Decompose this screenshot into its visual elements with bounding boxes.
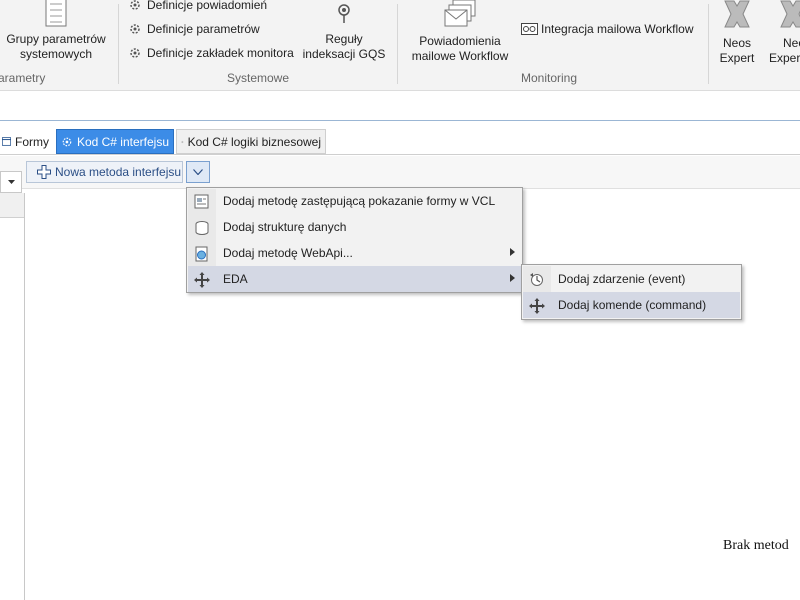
command-icon [528, 297, 546, 315]
struct-icon [193, 219, 211, 237]
tab-formy-label: Formy [15, 134, 49, 149]
definicje-powiadomien-button[interactable]: Definicje powiadomień [128, 0, 267, 13]
pin-icon [338, 4, 350, 23]
plus-icon [37, 165, 51, 179]
reguly-indeksacji-button[interactable]: Reguły indeksacji GQS [300, 4, 388, 62]
neos-expert-button[interactable]: Neos Expert [714, 0, 760, 66]
integracja-mailowa-button[interactable]: Integracja mailowa Workflow [521, 21, 694, 37]
neo-expert-button[interactable]: Neo Expert [768, 0, 800, 66]
tab-strip-border [0, 154, 800, 155]
definicje-parametrow-label: Definicje parametrów [147, 22, 260, 36]
left-panel-header [0, 193, 24, 218]
mail-notifications-icon [444, 0, 476, 27]
ribbon-separator [397, 4, 398, 84]
ribbon-divider [0, 120, 800, 121]
webapi-icon [193, 245, 211, 263]
tab-formy[interactable]: Formy [0, 129, 54, 154]
chevron-down-icon [7, 180, 15, 184]
gear-icon [130, 48, 140, 58]
eda-submenu: Dodaj zdarzenie (event) Dodaj komende (c… [521, 264, 742, 320]
tab-strip: Formy Kod C# interfejsu Kod C# logiki bi… [0, 129, 800, 155]
mail-settings-icon [521, 23, 538, 35]
group-label-parametry: arametry [0, 71, 46, 85]
grupy-parametrow-button[interactable]: Grupy parametrów systemowych [2, 0, 110, 62]
new-interface-method-label: Nowa metoda interfejsu [55, 165, 182, 179]
left-combo-dropdown[interactable] [0, 171, 22, 193]
gear-icon [130, 24, 140, 34]
submenu-arrow-icon [510, 248, 515, 256]
menu-item-data-structure[interactable]: Dodaj strukturę danych [188, 214, 521, 240]
definicje-powiadomien-label: Definicje powiadomień [147, 0, 268, 12]
menu-item-eda[interactable]: EDA [188, 266, 521, 292]
powiadomienia-label-1: Powiadomienia [419, 34, 501, 48]
neos-expert-icon [780, 0, 800, 28]
submenu-item-command-label: Dodaj komende (command) [558, 298, 707, 312]
reguly-label-2: indeksacji GQS [302, 47, 386, 61]
neos-expert-icon [724, 0, 750, 28]
submenu-item-event[interactable]: Dodaj zdarzenie (event) [523, 266, 740, 292]
menu-item-webapi[interactable]: Dodaj metodę WebApi... [188, 240, 521, 266]
group-label-monitoring: Monitoring [521, 71, 578, 85]
empty-methods-text: Brak metod [723, 538, 789, 553]
grupy-parametrow-label-2: systemowych [19, 47, 93, 61]
tab-kod-logiki-label: Kod C# logiki biznesowej [187, 134, 321, 149]
powiadomienia-label-2: mailowe Workflow [411, 49, 509, 63]
group-label-systemowe: Systemowe [227, 71, 290, 85]
menu-item-vcl-method[interactable]: Dodaj metodę zastępującą pokazanie formy… [188, 188, 521, 214]
gear-icon [62, 137, 72, 146]
left-panel [0, 193, 25, 600]
new-interface-method-button[interactable]: Nowa metoda interfejsu [26, 161, 183, 183]
neo-expert-label-1: Neo [783, 36, 800, 50]
eda-icon [193, 271, 211, 289]
parameters-list-icon [45, 0, 67, 27]
method-dropdown-menu: Dodaj metodę zastępującą pokazanie formy… [186, 187, 523, 293]
submenu-item-command[interactable]: Dodaj komende (command) [523, 292, 740, 318]
chevron-down-icon [193, 169, 203, 175]
event-icon [528, 271, 546, 289]
menu-item-data-structure-label: Dodaj strukturę danych [223, 220, 347, 234]
neos-expert-label-2: Expert [719, 51, 755, 65]
tab-kod-logiki[interactable]: Kod C# logiki biznesowej [176, 129, 326, 154]
grupy-parametrow-label-1: Grupy parametrów [6, 32, 106, 46]
tab-kod-interfejsu[interactable]: Kod C# interfejsu [56, 129, 174, 154]
ribbon: Grupy parametrów systemowych arametry De… [0, 0, 800, 91]
neo-expert-label-2: Expert [769, 51, 800, 65]
menu-item-webapi-label: Dodaj metodę WebApi... [223, 246, 353, 260]
submenu-arrow-icon [510, 274, 515, 282]
powiadomienia-mailowe-button[interactable]: Powiadomienia mailowe Workflow [405, 0, 515, 64]
reguly-label-1: Reguły [325, 32, 363, 46]
menu-item-vcl-method-label: Dodaj metodę zastępującą pokazanie formy… [223, 194, 496, 208]
new-method-dropdown-button[interactable] [186, 161, 210, 183]
window-icon [2, 137, 11, 146]
gear-icon [130, 0, 140, 10]
gear-icon [181, 140, 184, 143]
definicje-parametrow-button[interactable]: Definicje parametrów [128, 21, 260, 37]
definicje-zakladek-label: Definicje zakładek monitora [147, 46, 294, 60]
form-code-icon [193, 193, 211, 211]
neos-expert-label-1: Neos [722, 36, 751, 50]
tab-kod-interfejsu-label: Kod C# interfejsu [76, 134, 169, 149]
integracja-mailowa-label: Integracja mailowa Workflow [541, 22, 694, 36]
submenu-item-event-label: Dodaj zdarzenie (event) [558, 272, 686, 286]
ribbon-separator [118, 4, 119, 84]
ribbon-separator [708, 4, 709, 84]
definicje-zakladek-button[interactable]: Definicje zakładek monitora [128, 45, 294, 61]
menu-item-eda-label: EDA [223, 272, 248, 286]
